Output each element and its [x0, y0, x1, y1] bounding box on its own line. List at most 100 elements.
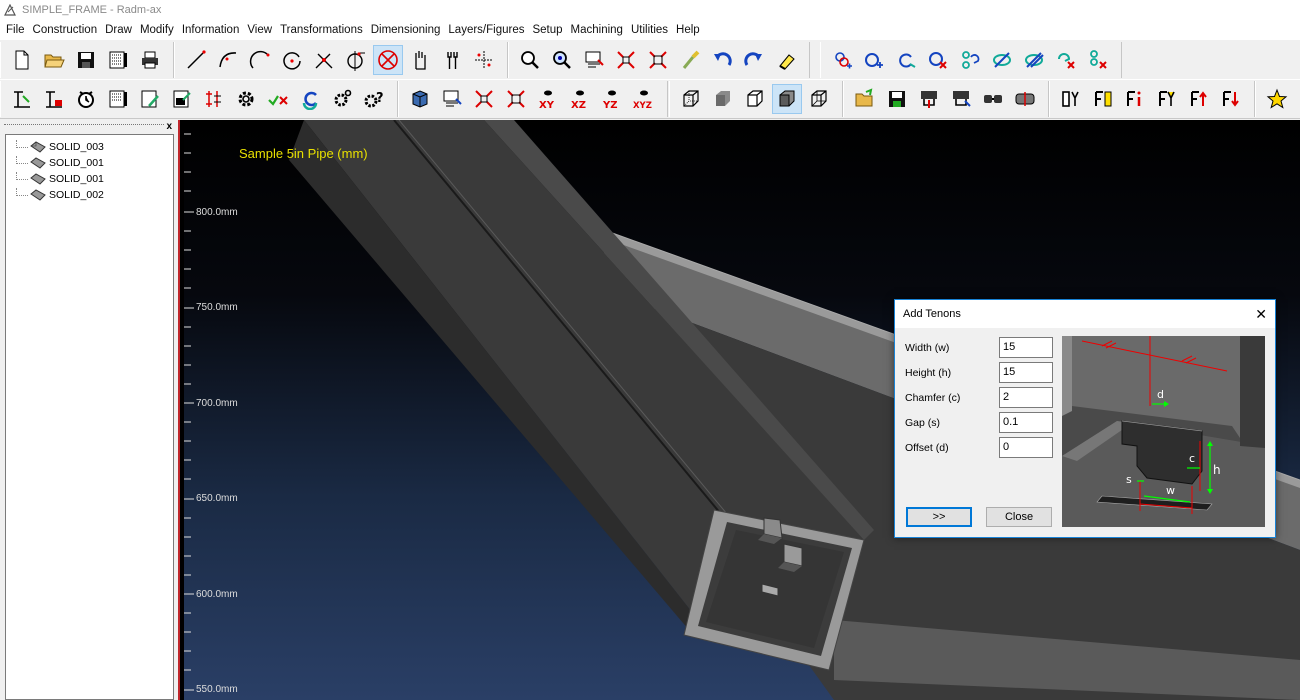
open-file-button[interactable]	[39, 45, 69, 75]
sheet-list-button[interactable]	[103, 84, 133, 114]
frame-fy-button[interactable]	[1152, 84, 1182, 114]
view-shrink-button[interactable]	[501, 84, 531, 114]
iso-view-button[interactable]	[405, 84, 435, 114]
view-yz-button[interactable]: YZ	[597, 84, 627, 114]
view-xy-button[interactable]: XY	[533, 84, 563, 114]
add-point-constraint-button[interactable]	[859, 45, 889, 75]
next-button[interactable]: >>	[906, 507, 972, 527]
add-constraint-button[interactable]	[827, 45, 857, 75]
hidden-line-button[interactable]	[740, 84, 770, 114]
view-xz-button[interactable]: XZ	[565, 84, 595, 114]
tree-item-solid-001[interactable]: SOLID_001	[16, 155, 104, 171]
dialog-close-icon[interactable]: ✕	[1255, 306, 1267, 323]
remove-constraint-button[interactable]	[923, 45, 953, 75]
profile-export-button[interactable]	[946, 84, 976, 114]
zoom-window-button[interactable]	[547, 45, 577, 75]
export-button[interactable]	[882, 84, 912, 114]
rotate-loop-button[interactable]	[295, 84, 325, 114]
layout-button[interactable]	[103, 45, 133, 75]
menu-construction[interactable]: Construction	[33, 24, 98, 36]
view-fit-button[interactable]	[469, 84, 499, 114]
timer-button[interactable]	[71, 84, 101, 114]
zoom-fit-button[interactable]	[579, 45, 609, 75]
shaded-gray-button[interactable]	[708, 84, 738, 114]
line-tool-button[interactable]	[181, 45, 211, 75]
tree-close-button[interactable]: x	[166, 121, 172, 132]
arc-three-point-button[interactable]	[213, 45, 243, 75]
diameter-constraint-button[interactable]	[987, 45, 1017, 75]
view-xyz-button[interactable]: XYZ	[629, 84, 659, 114]
menu-setup[interactable]: Setup	[532, 24, 562, 36]
profile-import-button[interactable]	[914, 84, 944, 114]
snap-target-button[interactable]	[373, 44, 403, 75]
frame-y-button[interactable]	[1056, 84, 1086, 114]
redo-button[interactable]	[739, 45, 769, 75]
refresh-constraint-button[interactable]	[891, 45, 921, 75]
save-button[interactable]	[71, 45, 101, 75]
menu-help[interactable]: Help	[676, 24, 700, 36]
favorites-button[interactable]	[1262, 84, 1292, 114]
wireframe-button[interactable]	[676, 84, 706, 114]
join-button[interactable]	[978, 84, 1008, 114]
circle-tool-button[interactable]	[277, 45, 307, 75]
no-diameter-button[interactable]	[1019, 45, 1049, 75]
arc-center-button[interactable]	[245, 45, 275, 75]
delete-loop-button[interactable]	[1051, 45, 1081, 75]
menu-information[interactable]: Information	[182, 24, 240, 36]
object-tree[interactable]: SOLID_003 SOLID_001 SOLID_001 SOLID_002	[5, 134, 174, 700]
chamfer-input[interactable]: 2	[999, 387, 1053, 408]
gear-settings-button[interactable]	[327, 84, 357, 114]
split-button[interactable]	[1010, 84, 1040, 114]
highlight-button[interactable]	[675, 45, 705, 75]
zoom-previous-button[interactable]	[643, 45, 673, 75]
chain-constraint-button[interactable]	[955, 45, 985, 75]
menu-dimensioning[interactable]: Dimensioning	[371, 24, 441, 36]
tree-item-solid-002[interactable]: SOLID_002	[16, 187, 104, 203]
frame-fi-button[interactable]	[1120, 84, 1150, 114]
settings-button[interactable]	[231, 84, 261, 114]
offset-input[interactable]: 0	[999, 437, 1053, 458]
check-x-button[interactable]	[263, 84, 293, 114]
width-input[interactable]: 15	[999, 337, 1053, 358]
dialog-title-bar[interactable]: Add Tenons ✕	[895, 300, 1275, 328]
points-button[interactable]	[469, 45, 499, 75]
new-file-button[interactable]	[7, 45, 37, 75]
undo-button[interactable]	[707, 45, 737, 75]
view-list-button[interactable]	[437, 84, 467, 114]
menu-draw[interactable]: Draw	[105, 24, 132, 36]
sheet-edit-button[interactable]	[135, 84, 165, 114]
measure-button[interactable]	[7, 84, 37, 114]
height-input[interactable]: 15	[999, 362, 1053, 383]
frame-up-button[interactable]	[1184, 84, 1214, 114]
extrude-button[interactable]	[39, 84, 69, 114]
transparent-button[interactable]	[804, 84, 834, 114]
shaded-edges-button[interactable]	[772, 84, 802, 114]
menu-machining[interactable]: Machining	[571, 24, 623, 36]
tangent-tool-button[interactable]	[341, 45, 371, 75]
close-button[interactable]: Close	[986, 507, 1052, 527]
dimension-height-button[interactable]	[199, 84, 229, 114]
sheet-properties-button[interactable]	[167, 84, 197, 114]
menu-transformations[interactable]: Transformations	[280, 24, 363, 36]
frame-f-button[interactable]	[1088, 84, 1118, 114]
menu-layers-figures[interactable]: Layers/Figures	[448, 24, 524, 36]
eraser-button[interactable]	[771, 45, 801, 75]
gap-input[interactable]: 0.1	[999, 412, 1053, 433]
menu-view[interactable]: View	[247, 24, 272, 36]
zoom-extents-button[interactable]	[611, 45, 641, 75]
tree-item-solid-003[interactable]: SOLID_003	[16, 139, 104, 155]
pan-tool-button[interactable]	[405, 45, 435, 75]
menu-utilities[interactable]: Utilities	[631, 24, 668, 36]
print-button[interactable]	[135, 45, 165, 75]
menu-file[interactable]: File	[6, 24, 25, 36]
panel-grip[interactable]	[4, 124, 164, 125]
help-settings-button[interactable]: ?	[359, 84, 389, 114]
tree-item-solid-001-b[interactable]: SOLID_001	[16, 171, 104, 187]
intersect-tool-button[interactable]	[309, 45, 339, 75]
import-button[interactable]	[850, 84, 880, 114]
menu-modify[interactable]: Modify	[140, 24, 174, 36]
frame-down-button[interactable]	[1216, 84, 1246, 114]
zoom-button[interactable]	[515, 45, 545, 75]
delete-chain-button[interactable]	[1083, 45, 1113, 75]
tools-button[interactable]	[437, 45, 467, 75]
